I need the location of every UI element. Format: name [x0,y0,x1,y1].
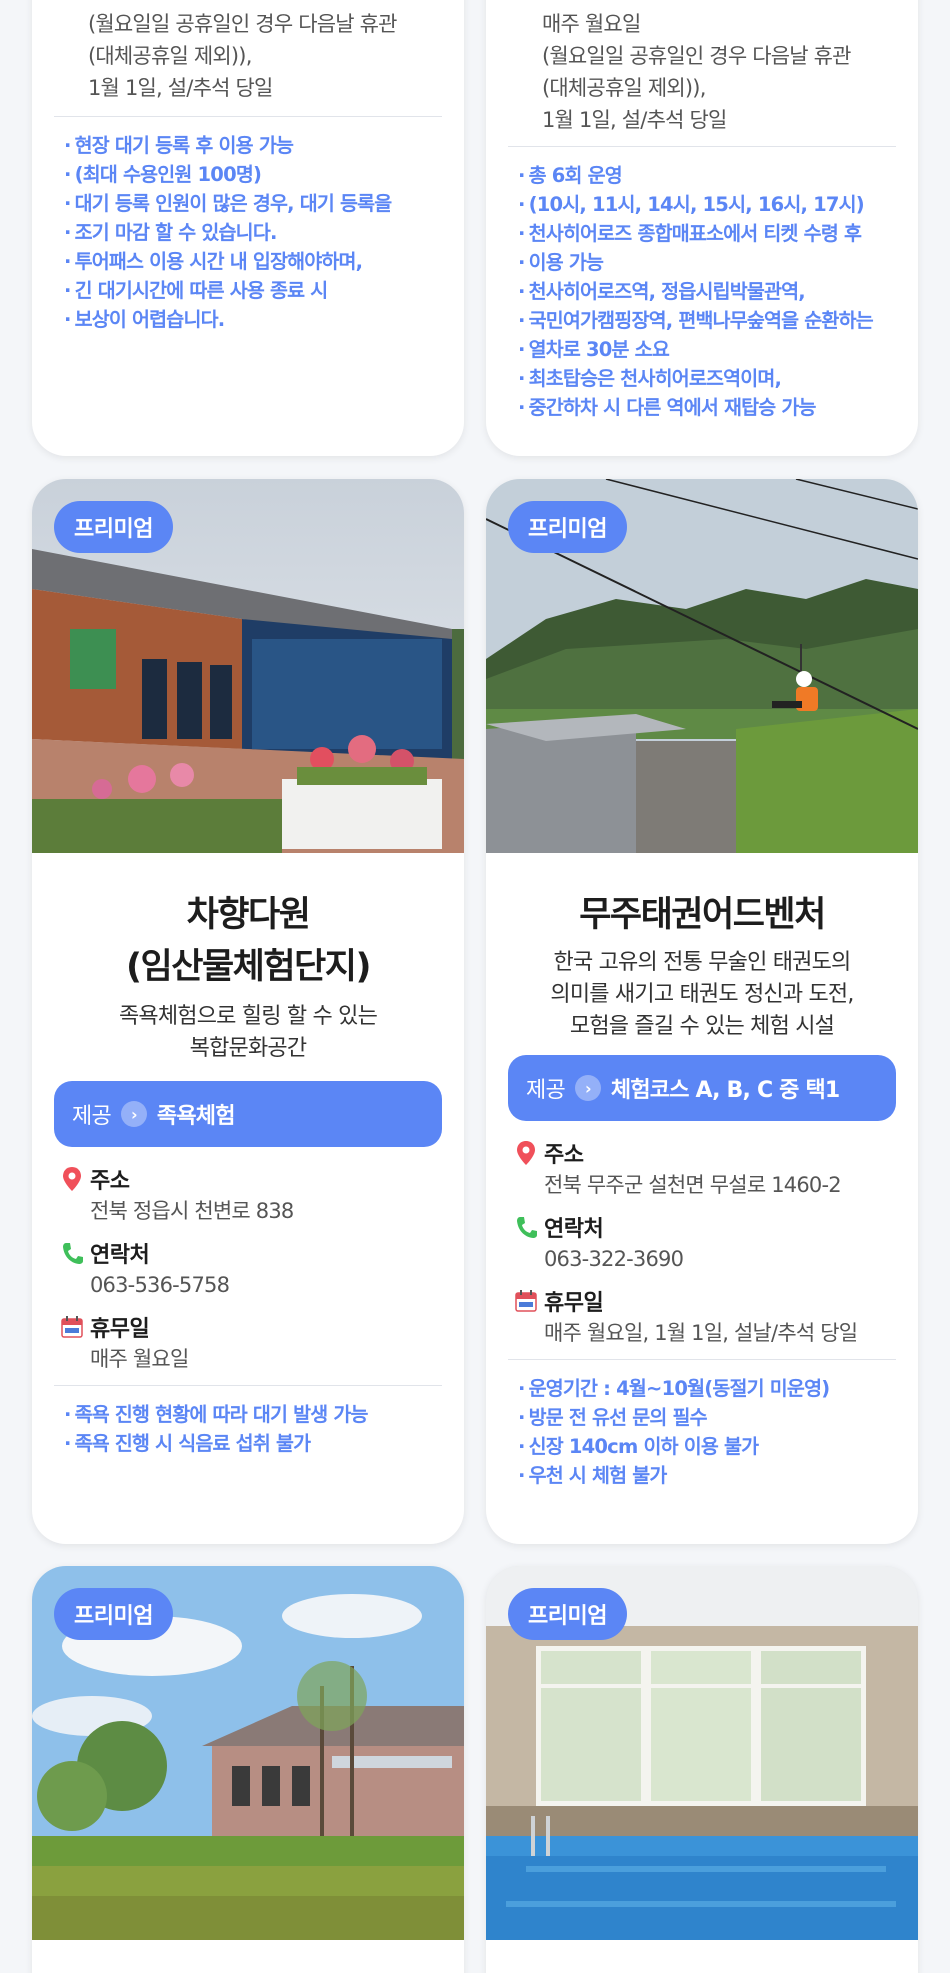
attraction-description: 복합문화공간 [189,1036,307,1061]
note-item: 총 6회 운영 [518,161,886,190]
notes-list: 현장 대기 등록 후 이용 가능 (최대 수용인원 100명) 대기 등록 인원… [64,131,432,334]
offer-value: 족욕체험 [156,1104,236,1129]
note-item: 현장 대기 등록 후 이용 가능 [64,131,432,160]
note-item: 최초탑승은 천사히어로즈역이며, [518,364,886,393]
notes-list: 운영기간 : 4월~10월(동절기 미운영) 방문 전 유선 문의 필수 신장 … [518,1374,886,1490]
phone-label: 연락처 [544,1217,604,1242]
note-item: (10시, 11시, 14시, 15시, 16시, 17시) [518,190,886,219]
attraction-photo: 프리미엄 [32,479,464,853]
chevron-right-icon: › [120,1101,147,1127]
phone-icon [63,1243,83,1264]
offer-value: 체험코스 A, B, C 중 택1 [610,1078,840,1103]
attraction-card-bottom-left[interactable]: 프리미엄 [32,1566,464,1973]
premium-badge: 프리미엄 [54,501,173,553]
closed-row: 휴무일 매주 월요일, 1월 1일, 설날/추석 당일 [514,1285,890,1349]
phone-row: 연락처 063-322-3690 [514,1211,890,1275]
offer-button[interactable]: 제공 › 체험코스 A, B, C 중 택1 [508,1055,896,1121]
location-pin-icon [63,1167,81,1191]
note-item: 조기 마감 할 수 있습니다. [64,218,432,247]
attraction-card-top-right: 매주 월요일 (월요일일 공휴일인 경우 다음날 휴관 (대체공휴일 제외)),… [486,0,918,456]
address-row: 주소 전북 정읍시 천변로 838 [60,1163,436,1227]
divider [54,1385,442,1386]
phone-value: 063-322-3690 [544,1247,684,1271]
location-pin-icon [517,1141,535,1165]
closed-days-line: 1월 1일, 설/추석 당일 [542,108,727,132]
info-block: 주소 전북 정읍시 천변로 838 연락처 063-536-5758 휴무일 매… [60,1163,436,1375]
attraction-card-bottom-right[interactable]: 프리미엄 [486,1566,918,1973]
note-item: 중간하차 시 다른 역에서 재탑승 가능 [518,393,886,422]
closed-label: 휴무일 [544,1291,604,1316]
closed-days-line: 매주 월요일 [542,12,641,36]
chevron-right-icon: › [574,1075,601,1101]
address-value: 전북 정읍시 천변로 838 [90,1199,294,1223]
attraction-description: 의미를 새기고 태권도 정신과 도전, [550,982,854,1007]
note-item: 보상이 어렵습니다. [64,305,432,334]
note-item: 우천 시 체험 불가 [518,1461,886,1490]
attraction-title: 차향다원 [186,895,311,935]
note-item: 국민여가캠핑장역, 편백나무숲역을 순환하는 [518,306,886,335]
attraction-card-top-left: (월요일일 공휴일인 경우 다음날 휴관 (대체공휴일 제외)), 1월 1일,… [32,0,464,456]
divider [54,116,442,117]
attraction-description: 모험을 즐길 수 있는 체험 시설 [569,1014,835,1039]
info-block: 주소 전북 무주군 설천면 무설로 1460-2 연락처 063-322-369… [514,1137,890,1349]
phone-label: 연락처 [90,1243,150,1268]
address-row: 주소 전북 무주군 설천면 무설로 1460-2 [514,1137,890,1201]
divider [508,146,896,147]
phone-icon [517,1217,537,1238]
note-item: 족욕 진행 시 식음료 섭취 불가 [64,1429,432,1458]
attraction-photo: 프리미엄 [486,1566,918,1940]
offer-button[interactable]: 제공 › 족욕체험 [54,1081,442,1147]
closed-days-line: 1월 1일, 설/추석 당일 [88,76,273,100]
closed-value: 매주 월요일, 1월 1일, 설날/추석 당일 [544,1321,858,1345]
phone-value: 063-536-5758 [90,1273,230,1297]
closed-days-line: (대체공휴일 제외)), [88,44,252,68]
offer-label: 제공 [72,1104,112,1129]
calendar-icon [61,1316,83,1338]
note-item: 천사히어로즈 종합매표소에서 티켓 수령 후 [518,219,886,248]
closed-days-line: (대체공휴일 제외)), [542,76,706,100]
attraction-description: 족욕체험으로 힐링 할 수 있는 [118,1004,378,1029]
notes-list: 족욕 진행 현황에 따라 대기 발생 가능 족욕 진행 시 식음료 섭취 불가 [64,1400,432,1458]
premium-badge: 프리미엄 [508,1588,627,1640]
closed-value: 매주 월요일 [90,1347,189,1371]
closed-days-line: (월요일일 공휴일인 경우 다음날 휴관 [88,12,398,36]
closed-label: 휴무일 [90,1317,150,1342]
premium-badge: 프리미엄 [54,1588,173,1640]
address-value: 전북 무주군 설천면 무설로 1460-2 [544,1173,842,1197]
divider [508,1359,896,1360]
attraction-card-chahyang[interactable]: 프리미엄 차향다원 (임산물체험단지) 족욕체험으로 힐링 할 수 있는 복합문… [32,479,464,1544]
note-item: 천사히어로즈역, 정읍시립박물관역, [518,277,886,306]
address-label: 주소 [90,1169,130,1194]
address-label: 주소 [544,1143,584,1168]
notes-list: 총 6회 운영 (10시, 11시, 14시, 15시, 16시, 17시) 천… [518,161,886,422]
attraction-title: 무주태권어드벤처 [579,895,826,935]
note-item: 족욕 진행 현황에 따라 대기 발생 가능 [64,1400,432,1429]
calendar-icon [515,1290,537,1312]
note-item: 운영기간 : 4월~10월(동절기 미운영) [518,1374,886,1403]
note-item: 긴 대기시간에 따른 사용 종료 시 [64,276,432,305]
attraction-description: 한국 고유의 전통 무술인 태권도의 [553,950,852,975]
phone-row: 연락처 063-536-5758 [60,1237,436,1301]
attraction-title: (임산물체험단지) [126,947,371,987]
note-item: 열차로 30분 소요 [518,335,886,364]
note-item: 방문 전 유선 문의 필수 [518,1403,886,1432]
note-item: (최대 수용인원 100명) [64,160,432,189]
note-item: 이용 가능 [518,248,886,277]
attraction-card-taekwon-adventure[interactable]: 프리미엄 무주태권어드벤처 한국 고유의 전통 무술인 태권도의 의미를 새기고… [486,479,918,1544]
closed-row: 휴무일 매주 월요일 [60,1311,436,1375]
attraction-photo: 프리미엄 [32,1566,464,1940]
closed-days-line: (월요일일 공휴일인 경우 다음날 휴관 [542,44,852,68]
note-item: 신장 140cm 이하 이용 불가 [518,1432,886,1461]
attraction-photo: 프리미엄 [486,479,918,853]
note-item: 대기 등록 인원이 많은 경우, 대기 등록을 [64,189,432,218]
note-item: 투어패스 이용 시간 내 입장해야하며, [64,247,432,276]
premium-badge: 프리미엄 [508,501,627,553]
offer-label: 제공 [526,1078,566,1103]
